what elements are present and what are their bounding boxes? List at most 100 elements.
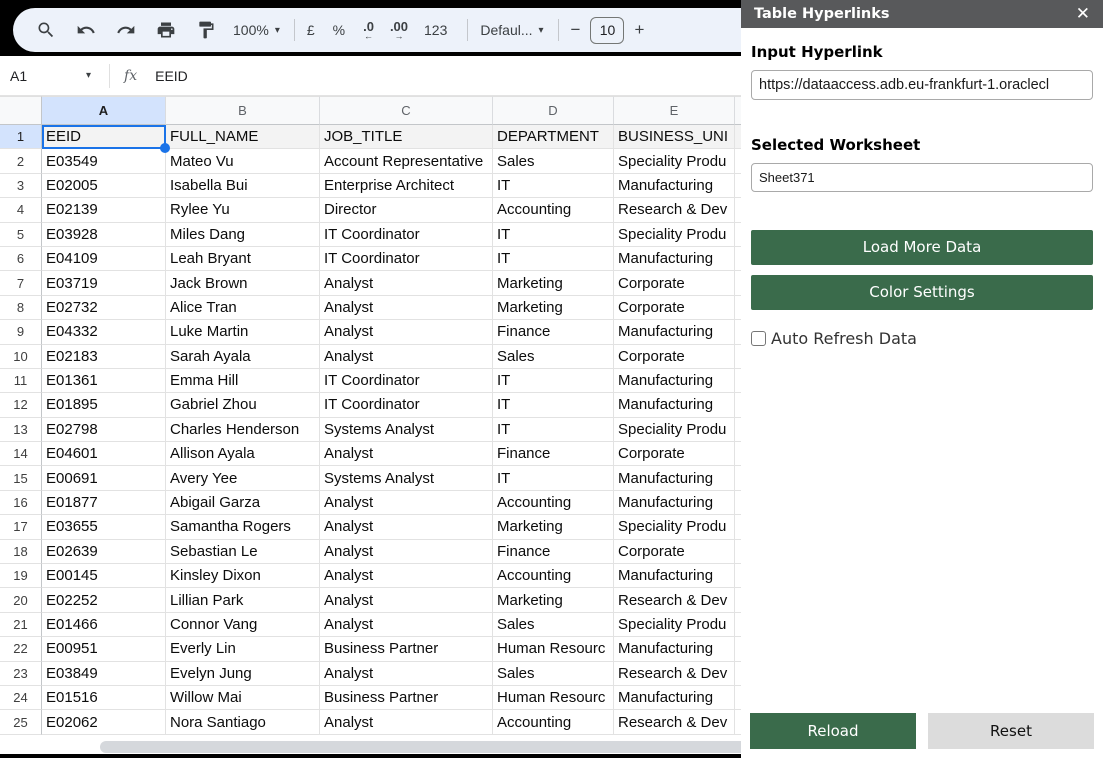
cell-C2[interactable]: Account Representative [320, 149, 493, 173]
cell-D8[interactable]: Marketing [493, 296, 614, 320]
row-header-24[interactable]: 24 [0, 686, 42, 710]
chevron-down-icon[interactable]: ▾ [86, 70, 91, 81]
cell-A1[interactable]: EEID [42, 125, 166, 149]
row-header-11[interactable]: 11 [0, 369, 42, 393]
cell-C12[interactable]: IT Coordinator [320, 393, 493, 417]
cell-E17[interactable]: Speciality Produ [614, 515, 735, 539]
cell-B20[interactable]: Lillian Park [166, 588, 320, 612]
cell-B17[interactable]: Samantha Rogers [166, 515, 320, 539]
cell-C10[interactable]: Analyst [320, 345, 493, 369]
cell-B5[interactable]: Miles Dang [166, 223, 320, 247]
cell-A17[interactable]: E03655 [42, 515, 166, 539]
cell-C21[interactable]: Analyst [320, 613, 493, 637]
cell-B16[interactable]: Abigail Garza [166, 491, 320, 515]
cell-D3[interactable]: IT [493, 174, 614, 198]
row-header-22[interactable]: 22 [0, 637, 42, 661]
cell-D23[interactable]: Sales [493, 662, 614, 686]
decrease-decimal-button[interactable]: .0 ← [363, 20, 374, 41]
cell-C7[interactable]: Analyst [320, 271, 493, 295]
cell-B12[interactable]: Gabriel Zhou [166, 393, 320, 417]
row-header-5[interactable]: 5 [0, 223, 42, 247]
cell-E2[interactable]: Speciality Produ [614, 149, 735, 173]
column-header-E[interactable]: E [614, 96, 735, 125]
reset-button[interactable]: Reset [928, 713, 1094, 749]
cell-B10[interactable]: Sarah Ayala [166, 345, 320, 369]
cell-C22[interactable]: Business Partner [320, 637, 493, 661]
cell-C8[interactable]: Analyst [320, 296, 493, 320]
cell-B14[interactable]: Allison Ayala [166, 442, 320, 466]
cell-A16[interactable]: E01877 [42, 491, 166, 515]
row-header-9[interactable]: 9 [0, 320, 42, 344]
cell-D15[interactable]: IT [493, 466, 614, 490]
cell-B21[interactable]: Connor Vang [166, 613, 320, 637]
cell-D11[interactable]: IT [493, 369, 614, 393]
paint-format-icon[interactable] [193, 17, 219, 43]
more-formats-button[interactable]: 123 [424, 22, 447, 38]
row-header-14[interactable]: 14 [0, 442, 42, 466]
reload-button[interactable]: Reload [750, 713, 916, 749]
cell-A15[interactable]: E00691 [42, 466, 166, 490]
cell-E12[interactable]: Manufacturing [614, 393, 735, 417]
cell-D5[interactable]: IT [493, 223, 614, 247]
cell-A9[interactable]: E04332 [42, 320, 166, 344]
decrease-font-size-button[interactable]: − [571, 20, 581, 40]
cell-A21[interactable]: E01466 [42, 613, 166, 637]
column-header-A[interactable]: A [42, 96, 166, 125]
format-currency-button[interactable]: £ [307, 22, 315, 38]
cell-D6[interactable]: IT [493, 247, 614, 271]
cell-D13[interactable]: IT [493, 418, 614, 442]
cell-E15[interactable]: Manufacturing [614, 466, 735, 490]
cell-E7[interactable]: Corporate [614, 271, 735, 295]
increase-decimal-button[interactable]: .00 → [390, 20, 408, 41]
cell-D21[interactable]: Sales [493, 613, 614, 637]
cell-E22[interactable]: Manufacturing [614, 637, 735, 661]
cell-C23[interactable]: Analyst [320, 662, 493, 686]
load-more-data-button[interactable]: Load More Data [751, 230, 1093, 265]
row-header-21[interactable]: 21 [0, 613, 42, 637]
cell-B19[interactable]: Kinsley Dixon [166, 564, 320, 588]
row-header-8[interactable]: 8 [0, 296, 42, 320]
row-header-19[interactable]: 19 [0, 564, 42, 588]
cell-C1[interactable]: JOB_TITLE [320, 125, 493, 149]
cell-D16[interactable]: Accounting [493, 491, 614, 515]
cell-A5[interactable]: E03928 [42, 223, 166, 247]
cell-C11[interactable]: IT Coordinator [320, 369, 493, 393]
cell-D9[interactable]: Finance [493, 320, 614, 344]
cell-E20[interactable]: Research & Dev [614, 588, 735, 612]
cell-A11[interactable]: E01361 [42, 369, 166, 393]
cell-B2[interactable]: Mateo Vu [166, 149, 320, 173]
cell-D18[interactable]: Finance [493, 540, 614, 564]
row-header-23[interactable]: 23 [0, 662, 42, 686]
row-header-12[interactable]: 12 [0, 393, 42, 417]
horizontal-scrollbar[interactable] [100, 741, 741, 753]
row-header-18[interactable]: 18 [0, 540, 42, 564]
cell-A10[interactable]: E02183 [42, 345, 166, 369]
cell-B3[interactable]: Isabella Bui [166, 174, 320, 198]
cell-E10[interactable]: Corporate [614, 345, 735, 369]
cell-C14[interactable]: Analyst [320, 442, 493, 466]
cell-D20[interactable]: Marketing [493, 588, 614, 612]
cell-A8[interactable]: E02732 [42, 296, 166, 320]
row-header-1[interactable]: 1 [0, 125, 42, 149]
cell-A7[interactable]: E03719 [42, 271, 166, 295]
cell-E21[interactable]: Speciality Produ [614, 613, 735, 637]
zoom-control[interactable]: 100% ▾ [233, 22, 280, 38]
cell-B6[interactable]: Leah Bryant [166, 247, 320, 271]
cell-B22[interactable]: Everly Lin [166, 637, 320, 661]
cell-B8[interactable]: Alice Tran [166, 296, 320, 320]
cell-A3[interactable]: E02005 [42, 174, 166, 198]
cell-B24[interactable]: Willow Mai [166, 686, 320, 710]
redo-icon[interactable] [113, 17, 139, 43]
column-header-D[interactable]: D [493, 96, 614, 125]
cell-B15[interactable]: Avery Yee [166, 466, 320, 490]
cell-E6[interactable]: Manufacturing [614, 247, 735, 271]
cell-E4[interactable]: Research & Dev [614, 198, 735, 222]
font-selector[interactable]: Defaul... ▾ [480, 22, 543, 38]
cell-D14[interactable]: Finance [493, 442, 614, 466]
cell-C16[interactable]: Analyst [320, 491, 493, 515]
cell-B4[interactable]: Rylee Yu [166, 198, 320, 222]
row-header-7[interactable]: 7 [0, 271, 42, 295]
cell-C15[interactable]: Systems Analyst [320, 466, 493, 490]
cell-D4[interactable]: Accounting [493, 198, 614, 222]
cell-E25[interactable]: Research & Dev [614, 710, 735, 734]
